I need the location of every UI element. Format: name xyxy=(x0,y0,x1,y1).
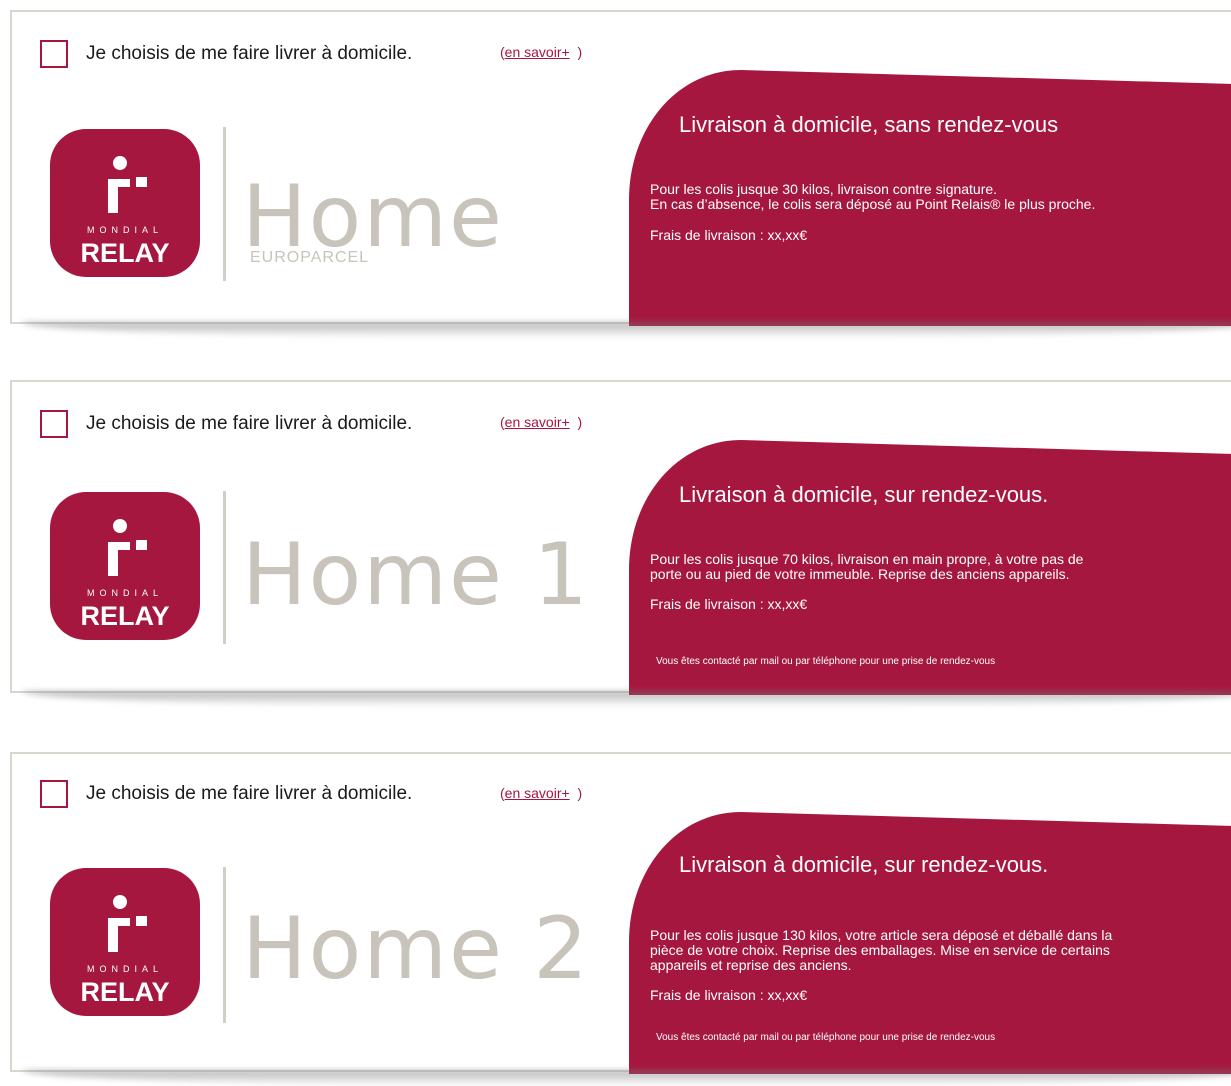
appointment-note: Vous êtes contacté par mail ou par télép… xyxy=(656,656,996,667)
service-subtitle: EUROPARCEL xyxy=(250,249,370,266)
svg-text:RELAY: RELAY xyxy=(80,977,169,1007)
delivery-choice[interactable]: Je choisis de me faire livrer à domicile… xyxy=(40,778,412,810)
more-info: (en savoir+ ) xyxy=(500,785,583,801)
delivery-fee: Frais de livraison : xx,xx€ xyxy=(650,987,808,1003)
service-name: Home 1 xyxy=(242,525,591,625)
delivery-choice[interactable]: Je choisis de me faire livrer à domicile… xyxy=(40,408,412,440)
svg-text:MONDIAL: MONDIAL xyxy=(87,964,163,974)
more-info: (en savoir+ ) xyxy=(500,414,583,430)
mondial-relay-logo: MONDIAL RELAY xyxy=(50,492,200,640)
more-info-link[interactable]: en savoir+ xyxy=(505,44,570,60)
delivery-option-home-1: Je choisis de me faire livrer à domicile… xyxy=(10,380,1231,695)
brand-divider xyxy=(223,867,226,1023)
delivery-checkbox[interactable] xyxy=(40,410,68,438)
appointment-note: Vous êtes contacté par mail ou par télép… xyxy=(656,1032,996,1043)
delivery-checkbox[interactable] xyxy=(40,40,68,68)
delivery-info-panel: Livraison à domicile, sur rendez-vous. P… xyxy=(629,440,1231,695)
panel-description: Pour les colis jusque 30 kilos, livraiso… xyxy=(650,181,1096,212)
checkbox-label[interactable]: Je choisis de me faire livrer à domicile… xyxy=(86,413,412,435)
panel-title: Livraison à domicile, sur rendez-vous. xyxy=(679,482,1049,507)
mondial-relay-logo: MONDIAL RELAY xyxy=(50,129,200,277)
panel-title: Livraison à domicile, sans rendez-vous xyxy=(679,112,1059,137)
delivery-fee: Frais de livraison : xx,xx€ xyxy=(650,596,808,612)
service-name: Home 2 xyxy=(242,899,591,999)
svg-text:MONDIAL: MONDIAL xyxy=(87,225,163,235)
panel-description: Pour les colis jusque 130 kilos, votre a… xyxy=(650,927,1113,973)
checkbox-label[interactable]: Je choisis de me faire livrer à domicile… xyxy=(86,43,412,65)
delivery-checkbox[interactable] xyxy=(40,780,68,808)
service-name: Home xyxy=(242,167,504,267)
svg-text:RELAY: RELAY xyxy=(80,238,169,268)
delivery-info-panel: Livraison à domicile, sans rendez-vous P… xyxy=(629,70,1231,326)
svg-text:RELAY: RELAY xyxy=(80,601,169,631)
delivery-option-home-2: Je choisis de me faire livrer à domicile… xyxy=(10,752,1231,1074)
checkbox-label[interactable]: Je choisis de me faire livrer à domicile… xyxy=(86,783,412,805)
delivery-fee: Frais de livraison : xx,xx€ xyxy=(650,227,808,243)
panel-description: Pour les colis jusque 70 kilos, livraiso… xyxy=(650,551,1084,582)
more-info-link[interactable]: en savoir+ xyxy=(505,414,570,430)
mondial-relay-logo: MONDIAL RELAY xyxy=(50,868,200,1016)
delivery-info-panel: Livraison à domicile, sur rendez-vous. P… xyxy=(629,812,1231,1074)
svg-text:MONDIAL: MONDIAL xyxy=(87,588,163,598)
panel-title: Livraison à domicile, sur rendez-vous. xyxy=(679,852,1049,877)
more-info: (en savoir+ ) xyxy=(500,44,583,60)
more-info-link[interactable]: en savoir+ xyxy=(505,785,570,801)
brand-divider xyxy=(223,491,226,644)
delivery-option-home: Je choisis de me faire livrer à domicile… xyxy=(10,10,1231,326)
brand-divider xyxy=(223,127,226,281)
delivery-choice[interactable]: Je choisis de me faire livrer à domicile… xyxy=(40,38,412,70)
